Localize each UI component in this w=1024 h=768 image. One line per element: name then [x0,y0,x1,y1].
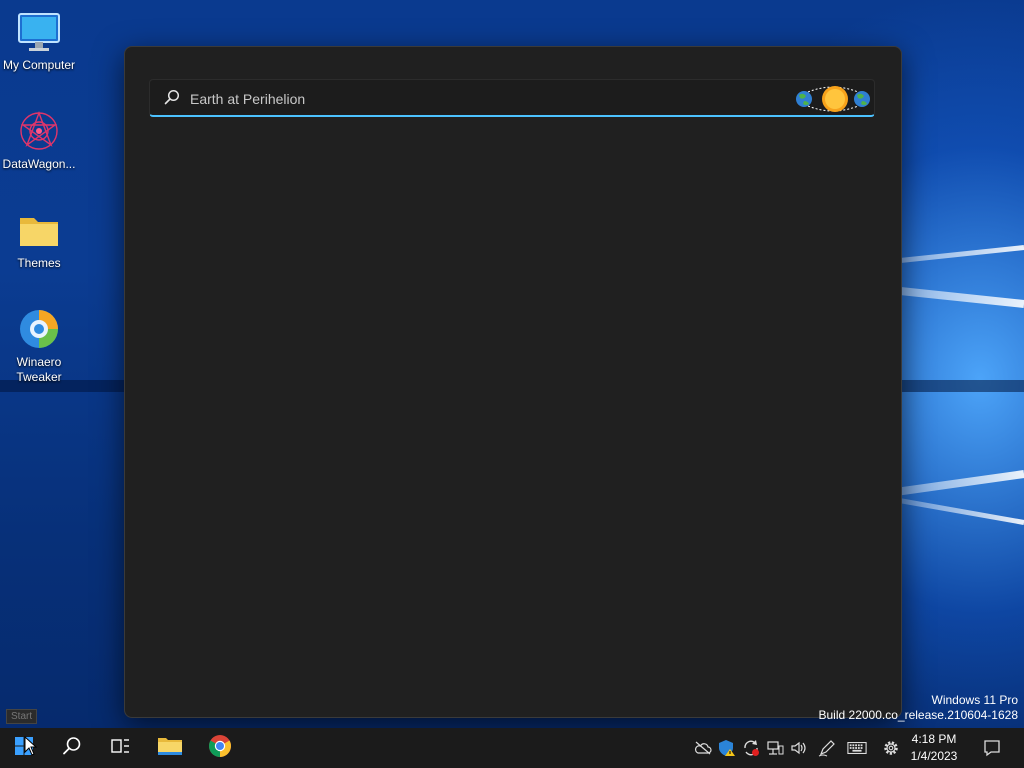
mouse-cursor [24,735,38,761]
desktop-icon-datawagon[interactable]: DataWagon... [0,103,78,172]
cloud-offline-icon[interactable] [693,738,713,758]
file-explorer-button[interactable] [146,728,194,768]
windows-watermark: Windows 11 Pro Build 22000.co_release.21… [819,693,1019,723]
taskbar: 4:18 PM 1/4/2023 [0,728,1024,768]
datawagon-icon [17,109,61,153]
desktop-icon-label: DataWagon... [2,157,76,171]
watermark-edition: Windows 11 Pro [931,693,1018,707]
search-input[interactable] [188,87,782,111]
network-icon[interactable] [765,738,785,758]
chrome-button[interactable] [196,728,244,768]
pen-icon[interactable] [817,738,837,758]
search-flyout [124,46,902,718]
taskbar-clock[interactable]: 4:18 PM 1/4/2023 [904,731,964,765]
folder-icon [157,735,183,762]
winaero-tweaker-icon [17,307,61,351]
desktop-icon-my-computer[interactable]: My Computer [0,4,78,73]
desktop-icon-winaero-tweaker[interactable]: Winaero Tweaker [0,301,78,385]
watermark-build: Build 22000.co_release.210604-1628 [818,708,1019,722]
search-box[interactable] [149,79,875,117]
task-view-icon [110,736,130,761]
monitor-icon [17,10,61,54]
chrome-icon [208,734,232,763]
clock-time: 4:18 PM [911,732,957,746]
search-icon [62,736,82,761]
desktop-icon-label: My Computer [2,58,76,72]
clock-date: 1/4/2023 [910,749,958,763]
security-warning-icon[interactable] [717,738,737,758]
desktop-icon-label: Themes [17,256,61,270]
folder-icon [17,208,61,252]
start-tooltip: Start [6,709,38,724]
desktop-icon-themes[interactable]: Themes [0,202,78,271]
desktop-icon-label: Winaero Tweaker [16,355,62,384]
taskbar-search-button[interactable] [48,728,96,768]
keyboard-icon[interactable] [847,738,867,758]
settings-gear-icon[interactable] [881,738,901,758]
notification-icon[interactable] [982,738,1002,758]
task-view-button[interactable] [96,728,144,768]
search-icon [164,89,180,110]
volume-icon[interactable] [789,738,809,758]
sync-icon[interactable] [741,738,761,758]
earth-sun-perihelion-icon[interactable] [794,84,872,114]
